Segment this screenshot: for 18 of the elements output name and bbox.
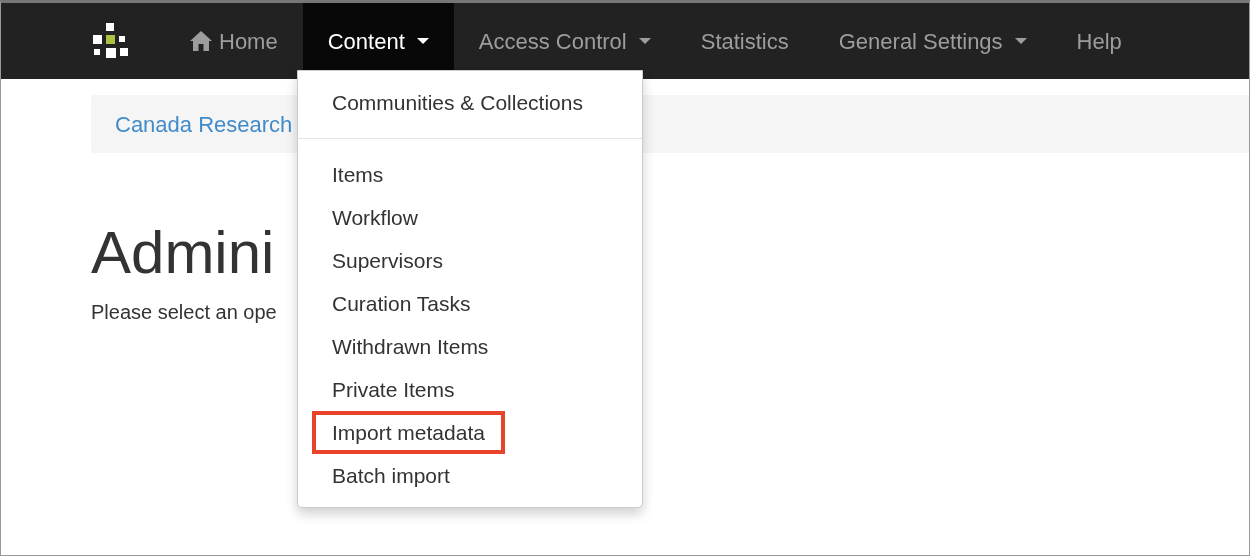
nav-link[interactable]: Help [1051,3,1147,79]
menu-item[interactable]: Import metadata [312,411,505,454]
page-heading: Admini [91,223,275,283]
intro-text: Please select an ope [91,300,277,325]
menu-item[interactable]: Curation Tasks [312,282,491,325]
nav-link[interactable]: Access Control [453,3,676,79]
menu-item[interactable]: Private Items [312,368,475,411]
menu-item[interactable]: Items [312,153,404,196]
logo-icon [91,21,131,61]
nav-link[interactable]: General Settings [813,3,1052,79]
menu-item[interactable]: Workflow [312,196,438,239]
menu-item[interactable]: Supervisors [312,239,463,282]
nav-link[interactable]: Home [179,3,303,79]
menu-item[interactable]: Communities & Collections [312,81,603,124]
menu-item[interactable]: Withdrawn Items [312,325,509,368]
home-icon [189,30,213,52]
nav-link[interactable]: Statistics [675,3,814,79]
menu-item[interactable]: Batch import [312,454,470,497]
